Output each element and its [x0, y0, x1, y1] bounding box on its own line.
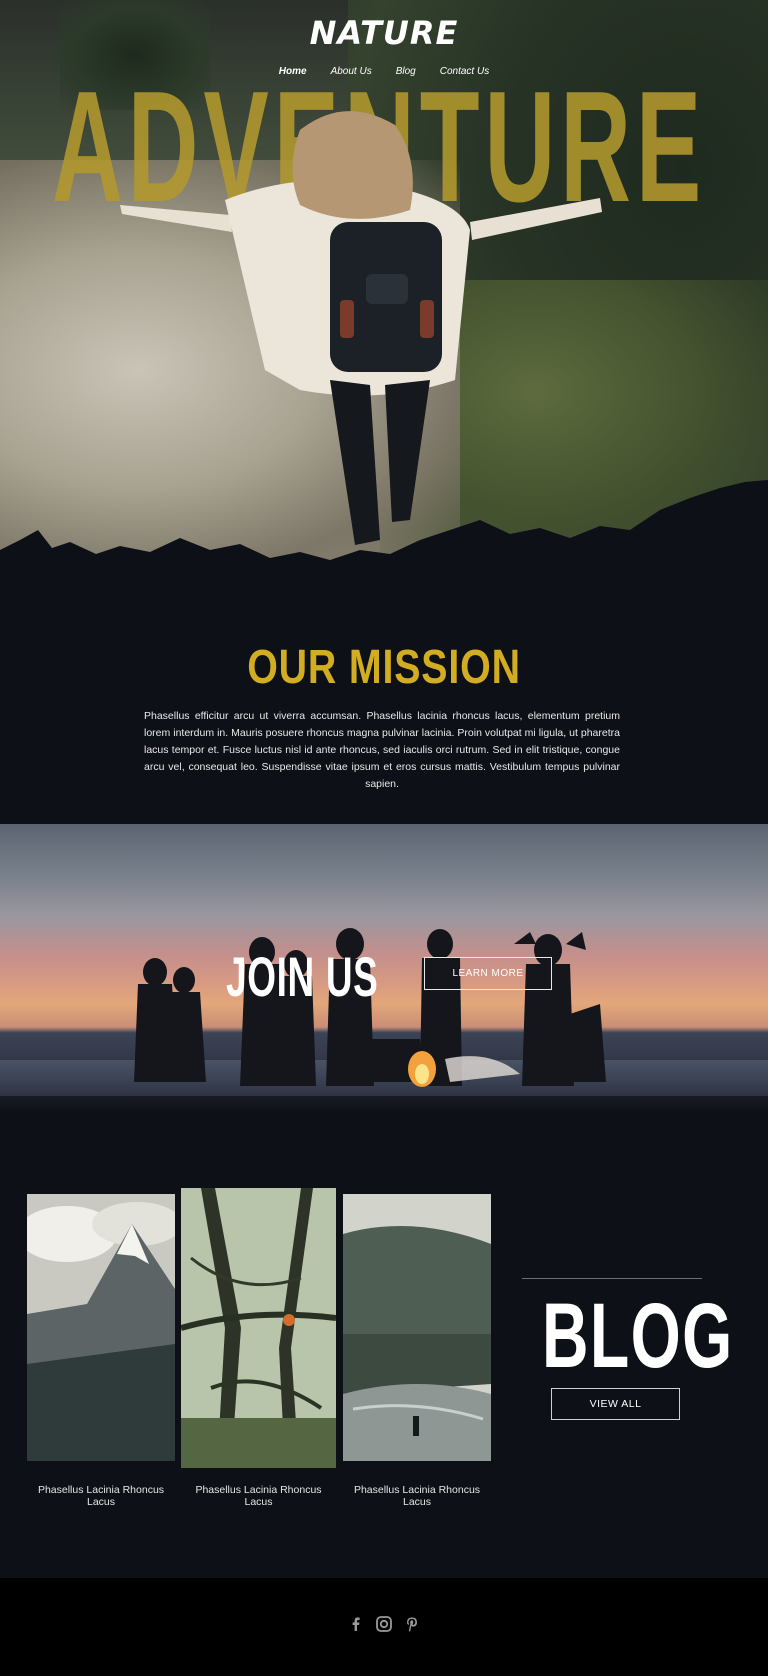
blog-title: BLOG: [542, 1285, 734, 1387]
nav-blog[interactable]: Blog: [396, 66, 416, 77]
blog-card-2[interactable]: [180, 1188, 337, 1468]
nav-home[interactable]: Home: [279, 66, 307, 77]
forest-tree-image: [180, 1188, 337, 1468]
torn-paper-edge: [0, 480, 768, 600]
blog-card-3[interactable]: [343, 1194, 491, 1461]
blog-caption-2[interactable]: Phasellus Lacinia Rhoncus Lacus: [181, 1484, 336, 1508]
social-links: [0, 1616, 768, 1632]
brand-logo[interactable]: NATURE: [0, 14, 768, 52]
join-title: JOIN US: [226, 945, 379, 1008]
river-valley-image: [343, 1194, 491, 1461]
main-nav: Home About Us Blog Contact Us: [0, 66, 768, 77]
learn-more-button[interactable]: LEARN MORE: [424, 957, 552, 990]
view-all-button[interactable]: VIEW ALL: [551, 1388, 680, 1420]
blog-divider: [522, 1278, 702, 1279]
nav-about-us[interactable]: About Us: [331, 66, 372, 77]
facebook-icon[interactable]: [348, 1616, 364, 1632]
hero-section: ADVENTURE NATURE Home About Us Blog Cont…: [0, 0, 768, 600]
nav-contact-us[interactable]: Contact Us: [440, 66, 489, 77]
mission-title: OUR MISSION: [247, 641, 521, 694]
blog-card-1[interactable]: [17, 1194, 182, 1461]
mountain-peak-image: [17, 1194, 182, 1461]
mission-text: Phasellus efficitur arcu ut viverra accu…: [144, 710, 620, 790]
instagram-icon[interactable]: [376, 1616, 392, 1632]
blog-caption-1[interactable]: Phasellus Lacinia Rhoncus Lacus: [27, 1484, 175, 1508]
join-section: [0, 824, 768, 1114]
blog-caption-3[interactable]: Phasellus Lacinia Rhoncus Lacus: [343, 1484, 491, 1508]
campfire-silhouettes: [134, 928, 606, 1087]
pinterest-icon[interactable]: [404, 1616, 420, 1632]
